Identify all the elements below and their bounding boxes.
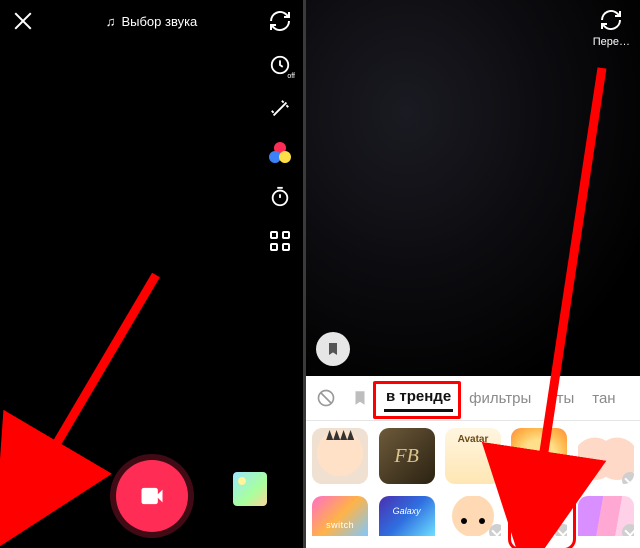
download-icon <box>622 472 634 484</box>
effects-screen: Пере… в тренде фильтры эты тан <box>306 0 640 548</box>
filters-icon[interactable] <box>267 140 293 166</box>
beauty-icon[interactable] <box>267 96 293 122</box>
sound-select-label: Выбор звука <box>121 14 197 29</box>
annotation-arrow-effects <box>26 275 166 500</box>
more-tools-icon[interactable] <box>267 228 293 254</box>
effect-melody-switch[interactable] <box>312 496 368 536</box>
flip-camera-icon <box>599 8 623 32</box>
effect-avatar[interactable] <box>445 428 501 484</box>
annotation-arrow-effect <box>494 68 614 513</box>
download-icon <box>489 524 501 536</box>
flip-camera-tool[interactable]: Пере… <box>593 8 630 48</box>
upload-button[interactable] <box>233 472 267 506</box>
effect-galaxy-shake[interactable] <box>379 496 435 536</box>
download-icon <box>622 524 634 536</box>
screenshot-stage: ♫ Выбор звука off <box>0 0 640 548</box>
close-icon[interactable] <box>12 10 34 32</box>
flip-camera-icon[interactable] <box>267 8 293 34</box>
flip-label: Пере… <box>593 36 630 48</box>
bookmark-icon <box>325 341 341 357</box>
side-toolbar: off <box>267 8 293 254</box>
record-screen: ♫ Выбор звука off <box>0 0 303 548</box>
speed-icon[interactable]: off <box>267 52 293 78</box>
tab-bookmarks-icon[interactable] <box>350 388 370 408</box>
speed-off-badge: off <box>287 73 295 80</box>
effect-big-face[interactable] <box>445 496 501 536</box>
annotation-box-trending-tab <box>373 381 461 419</box>
effect-fb-monogram[interactable] <box>379 428 435 484</box>
annotation-box-effect <box>508 491 576 548</box>
timer-icon[interactable] <box>267 184 293 210</box>
music-note-icon: ♫ <box>106 14 116 29</box>
bookmark-current-effect[interactable] <box>316 332 350 366</box>
sound-select-button[interactable]: ♫ Выбор звука <box>106 14 198 29</box>
tab-none-icon[interactable] <box>316 388 336 408</box>
effect-crown-face[interactable] <box>312 428 368 484</box>
